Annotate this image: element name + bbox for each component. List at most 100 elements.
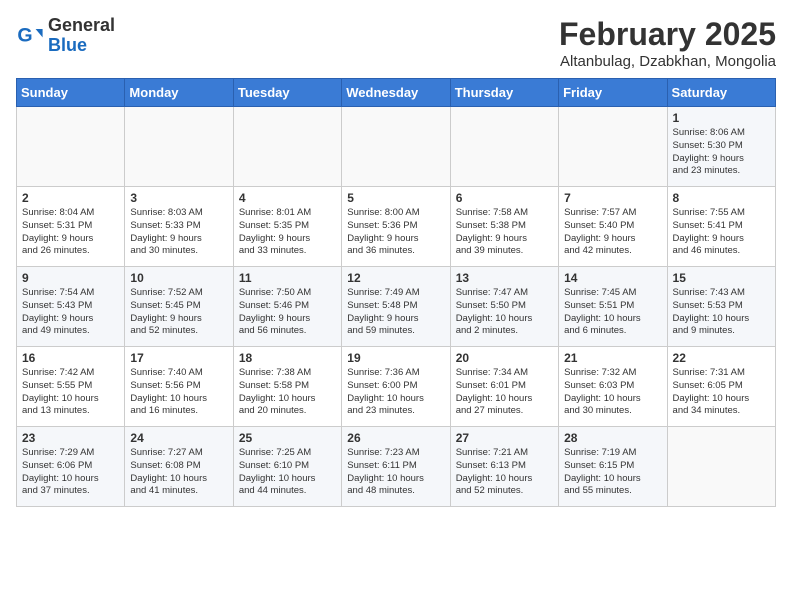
day-number: 19 <box>347 351 444 365</box>
day-number: 24 <box>130 431 227 445</box>
day-info: Sunrise: 7:49 AM Sunset: 5:48 PM Dayligh… <box>347 287 444 338</box>
day-number: 9 <box>22 271 119 285</box>
weekday-header-cell: Tuesday <box>233 79 341 107</box>
calendar-day-cell: 9 Sunrise: 7:54 AM Sunset: 5:43 PM Daylig… <box>17 267 125 347</box>
day-number: 21 <box>564 351 661 365</box>
calendar-day-cell: 6 Sunrise: 7:58 AM Sunset: 5:38 PM Daylig… <box>450 187 558 267</box>
calendar-day-cell: 16 Sunrise: 7:42 AM Sunset: 5:55 PM Dayli… <box>17 347 125 427</box>
day-info: Sunrise: 7:36 AM Sunset: 6:00 PM Dayligh… <box>347 367 444 418</box>
calendar-body: 1 Sunrise: 8:06 AM Sunset: 5:30 PM Daylig… <box>17 107 776 507</box>
calendar-day-cell <box>17 107 125 187</box>
calendar-day-cell: 23Sunrise: 7:29 AM Sunset: 6:06 PM Dayli… <box>17 427 125 507</box>
weekday-header-cell: Monday <box>125 79 233 107</box>
day-info: Sunrise: 7:42 AM Sunset: 5:55 PM Dayligh… <box>22 367 119 418</box>
calendar-day-cell: 28 Sunrise: 7:19 AM Sunset: 6:15 PM Dayli… <box>559 427 667 507</box>
day-info: Sunrise: 7:19 AM Sunset: 6:15 PM Dayligh… <box>564 447 661 498</box>
calendar-day-cell: 13Sunrise: 7:47 AM Sunset: 5:50 PM Dayli… <box>450 267 558 347</box>
calendar-day-cell: 10 Sunrise: 7:52 AM Sunset: 5:45 PM Dayli… <box>125 267 233 347</box>
calendar-week-row: 16 Sunrise: 7:42 AM Sunset: 5:55 PM Dayli… <box>17 347 776 427</box>
day-number: 27 <box>456 431 553 445</box>
weekday-header-cell: Friday <box>559 79 667 107</box>
day-number: 7 <box>564 191 661 205</box>
calendar-day-cell: 14 Sunrise: 7:45 AM Sunset: 5:51 PM Dayli… <box>559 267 667 347</box>
calendar-day-cell <box>342 107 450 187</box>
day-info: Sunrise: 7:55 AM Sunset: 5:41 PM Dayligh… <box>673 207 770 258</box>
day-info: Sunrise: 7:52 AM Sunset: 5:45 PM Dayligh… <box>130 287 227 338</box>
calendar-day-cell: 12 Sunrise: 7:49 AM Sunset: 5:48 PM Dayli… <box>342 267 450 347</box>
day-info: Sunrise: 8:03 AM Sunset: 5:33 PM Dayligh… <box>130 207 227 258</box>
calendar-day-cell: 11Sunrise: 7:50 AM Sunset: 5:46 PM Dayli… <box>233 267 341 347</box>
calendar-day-cell <box>450 107 558 187</box>
calendar-day-cell: 5 Sunrise: 8:00 AM Sunset: 5:36 PM Daylig… <box>342 187 450 267</box>
calendar-day-cell: 15 Sunrise: 7:43 AM Sunset: 5:53 PM Dayli… <box>667 267 775 347</box>
day-number: 20 <box>456 351 553 365</box>
calendar-week-row: 9 Sunrise: 7:54 AM Sunset: 5:43 PM Daylig… <box>17 267 776 347</box>
weekday-header-cell: Thursday <box>450 79 558 107</box>
calendar-day-cell: 22Sunrise: 7:31 AM Sunset: 6:05 PM Dayli… <box>667 347 775 427</box>
calendar-day-cell <box>667 427 775 507</box>
day-info: Sunrise: 7:21 AM Sunset: 6:13 PM Dayligh… <box>456 447 553 498</box>
calendar-day-cell: 1 Sunrise: 8:06 AM Sunset: 5:30 PM Daylig… <box>667 107 775 187</box>
calendar-week-row: 23Sunrise: 7:29 AM Sunset: 6:06 PM Dayli… <box>17 427 776 507</box>
calendar-day-cell: 20 Sunrise: 7:34 AM Sunset: 6:01 PM Dayli… <box>450 347 558 427</box>
day-number: 10 <box>130 271 227 285</box>
day-number: 12 <box>347 271 444 285</box>
day-number: 15 <box>673 271 770 285</box>
calendar-day-cell <box>233 107 341 187</box>
calendar-day-cell: 2Sunrise: 8:04 AM Sunset: 5:31 PM Daylig… <box>17 187 125 267</box>
month-title: February 2025 <box>559 16 776 53</box>
day-info: Sunrise: 8:00 AM Sunset: 5:36 PM Dayligh… <box>347 207 444 258</box>
day-number: 6 <box>456 191 553 205</box>
calendar-day-cell: 27 Sunrise: 7:21 AM Sunset: 6:13 PM Dayli… <box>450 427 558 507</box>
day-info: Sunrise: 8:04 AM Sunset: 5:31 PM Dayligh… <box>22 207 119 258</box>
title-area: February 2025 Altanbulag, Dzabkhan, Mong… <box>559 16 776 70</box>
calendar-day-cell: 4Sunrise: 8:01 AM Sunset: 5:35 PM Daylig… <box>233 187 341 267</box>
day-number: 8 <box>673 191 770 205</box>
calendar-day-cell: 26 Sunrise: 7:23 AM Sunset: 6:11 PM Dayli… <box>342 427 450 507</box>
day-info: Sunrise: 7:50 AM Sunset: 5:46 PM Dayligh… <box>239 287 336 338</box>
day-number: 1 <box>673 111 770 125</box>
day-number: 28 <box>564 431 661 445</box>
day-number: 22 <box>673 351 770 365</box>
day-info: Sunrise: 8:06 AM Sunset: 5:30 PM Dayligh… <box>673 127 770 178</box>
calendar-table: SundayMondayTuesdayWednesdayThursdayFrid… <box>16 78 776 507</box>
day-info: Sunrise: 7:45 AM Sunset: 5:51 PM Dayligh… <box>564 287 661 338</box>
day-info: Sunrise: 7:58 AM Sunset: 5:38 PM Dayligh… <box>456 207 553 258</box>
day-info: Sunrise: 7:34 AM Sunset: 6:01 PM Dayligh… <box>456 367 553 418</box>
location-title: Altanbulag, Dzabkhan, Mongolia <box>559 53 776 70</box>
calendar-day-cell: 24 Sunrise: 7:27 AM Sunset: 6:08 PM Dayli… <box>125 427 233 507</box>
weekday-header-cell: Saturday <box>667 79 775 107</box>
page-header: G General Blue February 2025 Altanbulag,… <box>16 16 776 70</box>
day-info: Sunrise: 7:25 AM Sunset: 6:10 PM Dayligh… <box>239 447 336 498</box>
calendar-day-cell: 3 Sunrise: 8:03 AM Sunset: 5:33 PM Daylig… <box>125 187 233 267</box>
calendar-day-cell <box>559 107 667 187</box>
day-info: Sunrise: 7:43 AM Sunset: 5:53 PM Dayligh… <box>673 287 770 338</box>
weekday-header-cell: Sunday <box>17 79 125 107</box>
day-info: Sunrise: 7:32 AM Sunset: 6:03 PM Dayligh… <box>564 367 661 418</box>
calendar-day-cell: 21 Sunrise: 7:32 AM Sunset: 6:03 PM Dayli… <box>559 347 667 427</box>
calendar-day-cell: 18Sunrise: 7:38 AM Sunset: 5:58 PM Dayli… <box>233 347 341 427</box>
day-number: 23 <box>22 431 119 445</box>
day-info: Sunrise: 7:40 AM Sunset: 5:56 PM Dayligh… <box>130 367 227 418</box>
calendar-day-cell: 8 Sunrise: 7:55 AM Sunset: 5:41 PM Daylig… <box>667 187 775 267</box>
day-number: 4 <box>239 191 336 205</box>
calendar-week-row: 2Sunrise: 8:04 AM Sunset: 5:31 PM Daylig… <box>17 187 776 267</box>
day-number: 3 <box>130 191 227 205</box>
day-number: 14 <box>564 271 661 285</box>
day-info: Sunrise: 7:47 AM Sunset: 5:50 PM Dayligh… <box>456 287 553 338</box>
calendar-day-cell: 17 Sunrise: 7:40 AM Sunset: 5:56 PM Dayli… <box>125 347 233 427</box>
svg-text:G: G <box>17 24 32 46</box>
day-number: 5 <box>347 191 444 205</box>
day-info: Sunrise: 7:27 AM Sunset: 6:08 PM Dayligh… <box>130 447 227 498</box>
weekday-header-row: SundayMondayTuesdayWednesdayThursdayFrid… <box>17 79 776 107</box>
day-number: 16 <box>22 351 119 365</box>
day-number: 18 <box>239 351 336 365</box>
logo-text: General Blue <box>48 16 115 56</box>
day-info: Sunrise: 7:23 AM Sunset: 6:11 PM Dayligh… <box>347 447 444 498</box>
logo-icon: G <box>16 22 44 50</box>
day-number: 26 <box>347 431 444 445</box>
day-number: 17 <box>130 351 227 365</box>
day-number: 25 <box>239 431 336 445</box>
day-info: Sunrise: 7:54 AM Sunset: 5:43 PM Dayligh… <box>22 287 119 338</box>
logo: G General Blue <box>16 16 115 56</box>
